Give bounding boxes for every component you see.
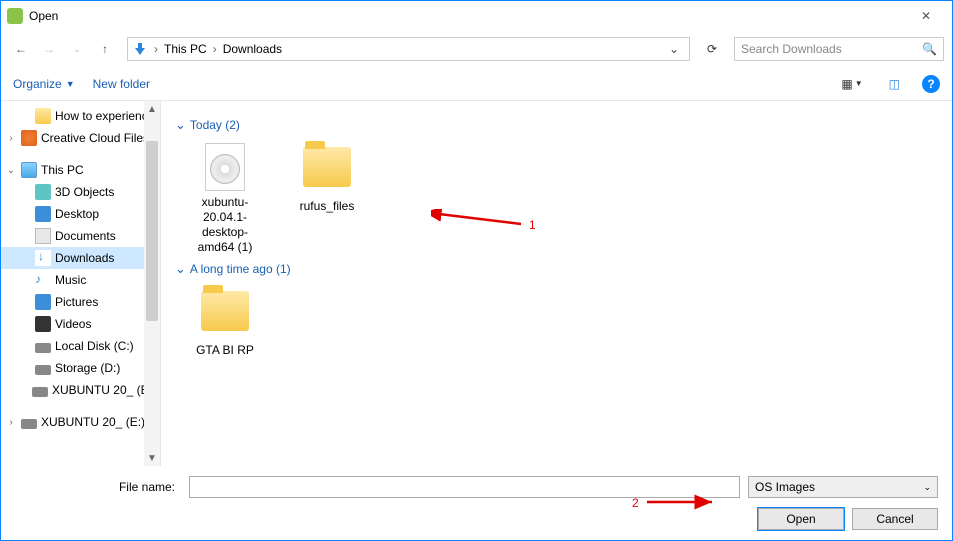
titlebar: Open ✕ (1, 1, 952, 31)
scroll-up-icon[interactable]: ▲ (144, 101, 160, 117)
tree-item-label: Downloads (55, 251, 114, 265)
chevron-icon: › (152, 42, 160, 56)
tree-item-how-to[interactable]: How to experience (1, 105, 160, 127)
expander-icon[interactable]: › (5, 417, 17, 428)
chevron-down-icon: ▼ (66, 79, 75, 89)
filter-label: OS Images (755, 480, 815, 494)
thumbnails-icon: ▦ (841, 77, 852, 91)
tree-item-label: Videos (55, 317, 91, 331)
file-type-filter[interactable]: OS Images ⌄ (748, 476, 938, 498)
file-item-rufus-files[interactable]: rufus_files (287, 143, 367, 255)
tree-scrollbar[interactable]: ▲ ▼ (144, 101, 160, 466)
organize-label: Organize (13, 77, 62, 91)
tree-item-e2[interactable]: › XUBUNTU 20_ (E:) (1, 411, 160, 433)
file-item-xubuntu-iso[interactable]: xubuntu-20.04.1-desktop-amd64 (1) (185, 143, 265, 255)
file-item-gta[interactable]: GTA BI RP (185, 287, 265, 358)
tree-item-3d[interactable]: 3D Objects (1, 181, 160, 203)
open-button[interactable]: Open (758, 508, 844, 530)
nav-tree[interactable]: How to experience › Creative Cloud Files ⌄ T… (1, 101, 161, 466)
scroll-down-icon[interactable]: ▼ (144, 450, 160, 466)
view-mode-button[interactable]: ▦ ▼ (837, 75, 866, 93)
tree-item-label: Documents (55, 229, 116, 243)
scroll-thumb[interactable] (146, 141, 158, 321)
open-dialog-window: Open ✕ ← → ⌄ ↑ › This PC › Downloads ⌄ ⟳… (0, 0, 953, 541)
toolbar: Organize ▼ New folder ▦ ▼ ◫ ? (1, 67, 952, 101)
tree-item-label: This PC (41, 163, 84, 177)
tree-item-downloads[interactable]: Downloads (1, 247, 160, 269)
tree-item-c[interactable]: Local Disk (C:) (1, 335, 160, 357)
cancel-button[interactable]: Cancel (852, 508, 938, 530)
breadcrumb[interactable]: › This PC › Downloads ⌄ (127, 37, 690, 61)
file-label: xubuntu-20.04.1-desktop-amd64 (1) (185, 195, 265, 255)
refresh-button[interactable]: ⟳ (700, 37, 724, 61)
chevron-down-icon: ▼ (855, 79, 863, 88)
help-button[interactable]: ? (922, 75, 940, 93)
expander-icon[interactable]: ⌄ (5, 165, 17, 176)
search-input[interactable] (741, 42, 922, 56)
filename-input[interactable] (189, 476, 740, 498)
new-folder-button[interactable]: New folder (93, 77, 150, 91)
tree-item-e1[interactable]: XUBUNTU 20_ (E:) (1, 379, 160, 401)
tree-item-videos[interactable]: Videos (1, 313, 160, 335)
breadcrumb-dropdown[interactable]: ⌄ (663, 42, 685, 56)
file-list[interactable]: Today (2) xubuntu-20.04.1-desktop-amd64 (… (161, 101, 952, 466)
forward-button[interactable]: → (37, 37, 61, 61)
organize-menu[interactable]: Organize ▼ (13, 77, 75, 91)
chevron-icon: › (211, 42, 219, 56)
navigation-row: ← → ⌄ ↑ › This PC › Downloads ⌄ ⟳ 🔍 (1, 31, 952, 67)
tree-item-label: How to experience (55, 109, 154, 123)
tree-item-label: Desktop (55, 207, 99, 221)
tree-item-label: Local Disk (C:) (55, 339, 134, 353)
downloads-path-icon (132, 41, 148, 57)
tree-item-this-pc[interactable]: ⌄ This PC (1, 159, 160, 181)
tree-item-documents[interactable]: Documents (1, 225, 160, 247)
preview-pane-button[interactable]: ◫ (885, 75, 904, 93)
tree-item-label: XUBUNTU 20_ (E:) (52, 383, 156, 397)
tree-item-d[interactable]: Storage (D:) (1, 357, 160, 379)
breadcrumb-downloads[interactable]: Downloads (219, 42, 286, 56)
tree-item-label: 3D Objects (55, 185, 114, 199)
tree-item-desktop[interactable]: Desktop (1, 203, 160, 225)
app-icon (7, 8, 23, 24)
window-title: Open (29, 9, 906, 23)
file-label: rufus_files (287, 199, 367, 214)
group-header[interactable]: Today (2) (175, 117, 938, 133)
chevron-down-icon: ⌄ (923, 482, 931, 493)
tree-item-label: XUBUNTU 20_ (E:) (41, 415, 145, 429)
close-button[interactable]: ✕ (906, 2, 946, 30)
dialog-body: How to experience › Creative Cloud Files ⌄ T… (1, 101, 952, 466)
up-button[interactable]: ↑ (93, 37, 117, 61)
tree-item-label: Storage (D:) (55, 361, 120, 375)
back-button[interactable]: ← (9, 37, 33, 61)
tree-item-music[interactable]: ♪Music (1, 269, 160, 291)
breadcrumb-this-pc[interactable]: This PC (160, 42, 211, 56)
file-label: GTA BI RP (185, 343, 265, 358)
dialog-footer: File name: OS Images ⌄ Open Cancel 2 (1, 466, 952, 540)
search-box[interactable]: 🔍 (734, 37, 944, 61)
search-icon: 🔍 (922, 42, 937, 56)
group-header[interactable]: A long time ago (1) (175, 261, 938, 277)
tree-item-pictures[interactable]: Pictures (1, 291, 160, 313)
filename-label: File name: (11, 480, 181, 494)
expander-icon[interactable]: › (5, 133, 17, 144)
tree-item-label: Pictures (55, 295, 98, 309)
preview-pane-icon: ◫ (889, 77, 900, 91)
tree-item-cc[interactable]: › Creative Cloud Files (1, 127, 160, 149)
recent-dropdown[interactable]: ⌄ (65, 37, 89, 61)
tree-item-label: Creative Cloud Files (41, 131, 149, 145)
tree-item-label: Music (55, 273, 86, 287)
